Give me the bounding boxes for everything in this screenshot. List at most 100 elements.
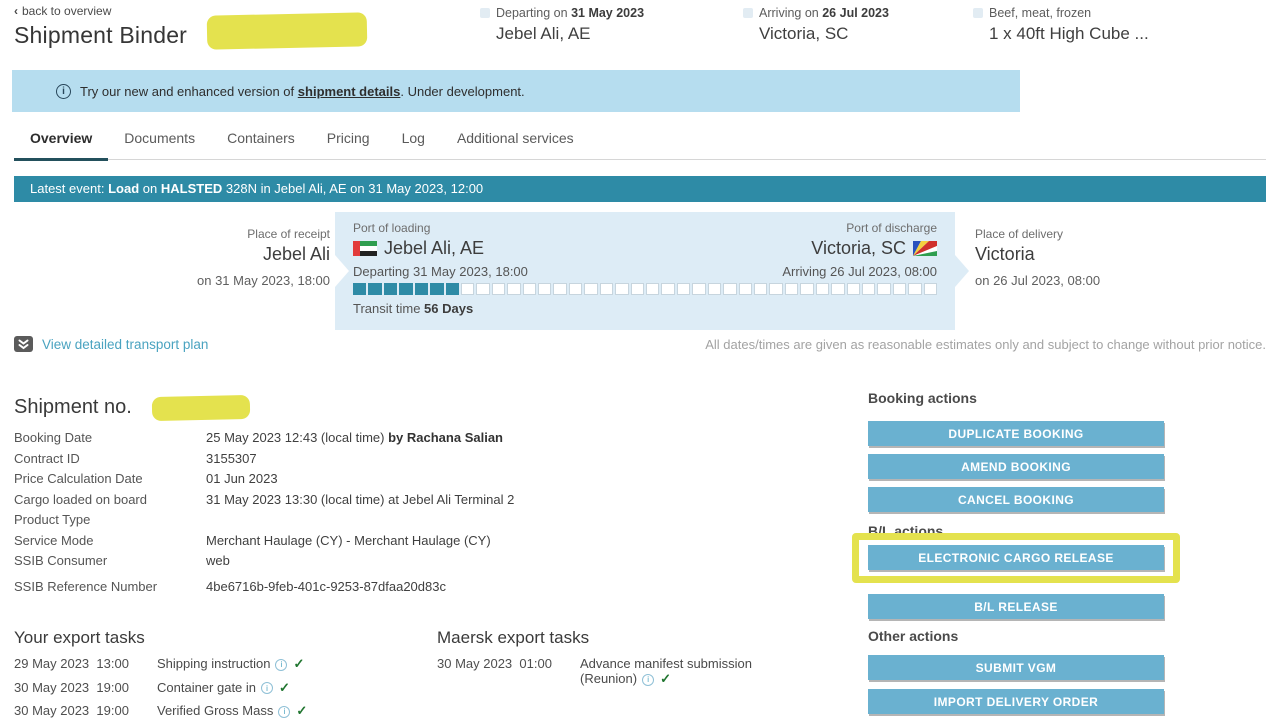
detail-row-ssib-consumer: SSIB Consumerweb <box>14 553 844 574</box>
departing-location: Jebel Ali, AE <box>496 24 644 44</box>
shipment-binder-page: ‹back to overview Shipment Binder Depart… <box>0 0 1280 720</box>
task-complete-check-icon: ✓ <box>279 680 290 695</box>
detail-row-product-type: Product Type <box>14 512 844 533</box>
detail-row-booking-date: Booking Date25 May 2023 12:43 (local tim… <box>14 430 844 451</box>
detail-row-ssib-reference: SSIB Reference Number4be6716b-9feb-401c-… <box>14 579 844 600</box>
tab-additional-services[interactable]: Additional services <box>441 122 590 159</box>
task-complete-check-icon: ✓ <box>296 703 307 718</box>
submit-vgm-button[interactable]: SUBMIT VGM <box>868 655 1164 680</box>
header-departing-summary: Departing on 31 May 2023 Jebel Ali, AE <box>480 6 644 44</box>
tab-containers[interactable]: Containers <box>211 122 311 159</box>
view-detailed-transport-plan-link[interactable]: View detailed transport plan <box>14 336 208 352</box>
cancel-booking-button[interactable]: CANCEL BOOKING <box>868 487 1164 512</box>
bl-release-button[interactable]: B/L RELEASE <box>868 594 1164 619</box>
progress-segment <box>461 283 474 295</box>
progress-segment <box>384 283 397 295</box>
seychelles-flag-icon <box>913 241 937 256</box>
progress-segment <box>646 283 659 295</box>
amend-booking-button[interactable]: AMEND BOOKING <box>868 454 1164 479</box>
detail-row-price-calc-date: Price Calculation Date01 Jun 2023 <box>14 471 844 492</box>
departing-icon <box>480 8 490 18</box>
detail-row-contract-id: Contract ID3155307 <box>14 451 844 472</box>
progress-segment <box>893 283 906 295</box>
progress-segment <box>507 283 520 295</box>
progress-segment <box>492 283 505 295</box>
page-title: Shipment Binder <box>14 22 187 49</box>
progress-segment <box>754 283 767 295</box>
progress-segment <box>631 283 644 295</box>
task-info-icon[interactable]: i <box>642 674 654 686</box>
cargo-icon <box>973 8 983 18</box>
maersk-export-tasks-title: Maersk export tasks <box>437 628 837 648</box>
arriving-icon <box>743 8 753 18</box>
progress-segment <box>476 283 489 295</box>
progress-segment <box>924 283 937 295</box>
progress-segment <box>584 283 597 295</box>
other-actions-header: Other actions <box>868 628 958 644</box>
place-of-delivery: Place of delivery Victoria on 26 Jul 202… <box>975 227 1255 288</box>
new-version-banner: i Try our new and enhanced version of sh… <box>12 70 1020 112</box>
maersk-export-tasks: Maersk export tasks 30 May 2023 01:00 Ad… <box>437 628 837 695</box>
task-complete-check-icon: ✓ <box>660 671 671 686</box>
progress-segment <box>862 283 875 295</box>
your-export-tasks-title: Your export tasks <box>14 628 414 648</box>
task-verified-gross-mass: 30 May 2023 19:00 Verified Gross Massi✓ <box>14 703 414 719</box>
progress-segment <box>600 283 613 295</box>
task-info-icon[interactable]: i <box>275 659 287 671</box>
electronic-cargo-release-button[interactable]: ELECTRONIC CARGO RELEASE <box>868 545 1164 570</box>
progress-segment <box>368 283 381 295</box>
progress-segment <box>723 283 736 295</box>
progress-segment <box>446 283 459 295</box>
port-of-discharge: Port of discharge Victoria, SC Arriving … <box>782 221 937 279</box>
info-icon: i <box>56 84 71 99</box>
tab-overview[interactable]: Overview <box>14 122 108 161</box>
back-to-overview-link[interactable]: ‹back to overview <box>14 4 111 18</box>
header-arriving-summary: Arriving on 26 Jul 2023 Victoria, SC <box>743 6 889 44</box>
progress-segment <box>553 283 566 295</box>
progress-segment <box>847 283 860 295</box>
uae-flag-icon <box>353 241 377 256</box>
progress-segment <box>430 283 443 295</box>
progress-segment <box>769 283 782 295</box>
cargo-container: 1 x 40ft High Cube ... <box>989 24 1149 44</box>
tab-pricing[interactable]: Pricing <box>311 122 386 159</box>
place-of-receipt: Place of receipt Jebel Ali on 31 May 202… <box>60 227 330 288</box>
progress-segment <box>538 283 551 295</box>
transit-time: Transit time 56 Days <box>353 301 473 316</box>
arriving-location: Victoria, SC <box>759 24 889 44</box>
tab-documents[interactable]: Documents <box>108 122 211 159</box>
progress-segment <box>569 283 582 295</box>
transit-progress <box>353 283 937 295</box>
progress-segment <box>785 283 798 295</box>
progress-segment <box>800 283 813 295</box>
transport-plan-panel: Port of loading Jebel Ali, AE Departing … <box>335 212 955 330</box>
tab-log[interactable]: Log <box>386 122 441 159</box>
progress-segment <box>831 283 844 295</box>
task-shipping-instruction: 29 May 2023 13:00 Shipping instructioni✓ <box>14 656 414 672</box>
duplicate-booking-button[interactable]: DUPLICATE BOOKING <box>868 421 1164 446</box>
task-complete-check-icon: ✓ <box>293 656 304 671</box>
redacted-shipment-no-highlight <box>152 395 250 421</box>
progress-segment <box>877 283 890 295</box>
header-cargo-summary: Beef, meat, frozen 1 x 40ft High Cube ..… <box>973 6 1149 44</box>
task-info-icon[interactable]: i <box>278 706 290 718</box>
progress-segment <box>661 283 674 295</box>
tab-bar: Overview Documents Containers Pricing Lo… <box>14 122 1266 160</box>
booking-actions-header: Booking actions <box>868 390 977 406</box>
progress-segment <box>739 283 752 295</box>
shipment-number-title: Shipment no. <box>14 396 132 419</box>
progress-segment <box>908 283 921 295</box>
task-info-icon[interactable]: i <box>261 682 273 694</box>
progress-segment <box>816 283 829 295</box>
dates-disclaimer: All dates/times are given as reasonable … <box>705 337 1266 352</box>
shipment-details-link[interactable]: shipment details <box>298 84 401 99</box>
redacted-shipment-number-highlight <box>207 12 368 49</box>
progress-segment <box>415 283 428 295</box>
your-export-tasks: Your export tasks 29 May 2023 13:00 Ship… <box>14 628 414 720</box>
progress-segment <box>615 283 628 295</box>
progress-segment <box>399 283 412 295</box>
detail-row-service-mode: Service ModeMerchant Haulage (CY) - Merc… <box>14 533 844 554</box>
import-delivery-order-button[interactable]: IMPORT DELIVERY ORDER <box>868 689 1164 714</box>
latest-event-bar: Latest event: Load on HALSTED 328N in Je… <box>14 176 1266 202</box>
progress-segment <box>523 283 536 295</box>
